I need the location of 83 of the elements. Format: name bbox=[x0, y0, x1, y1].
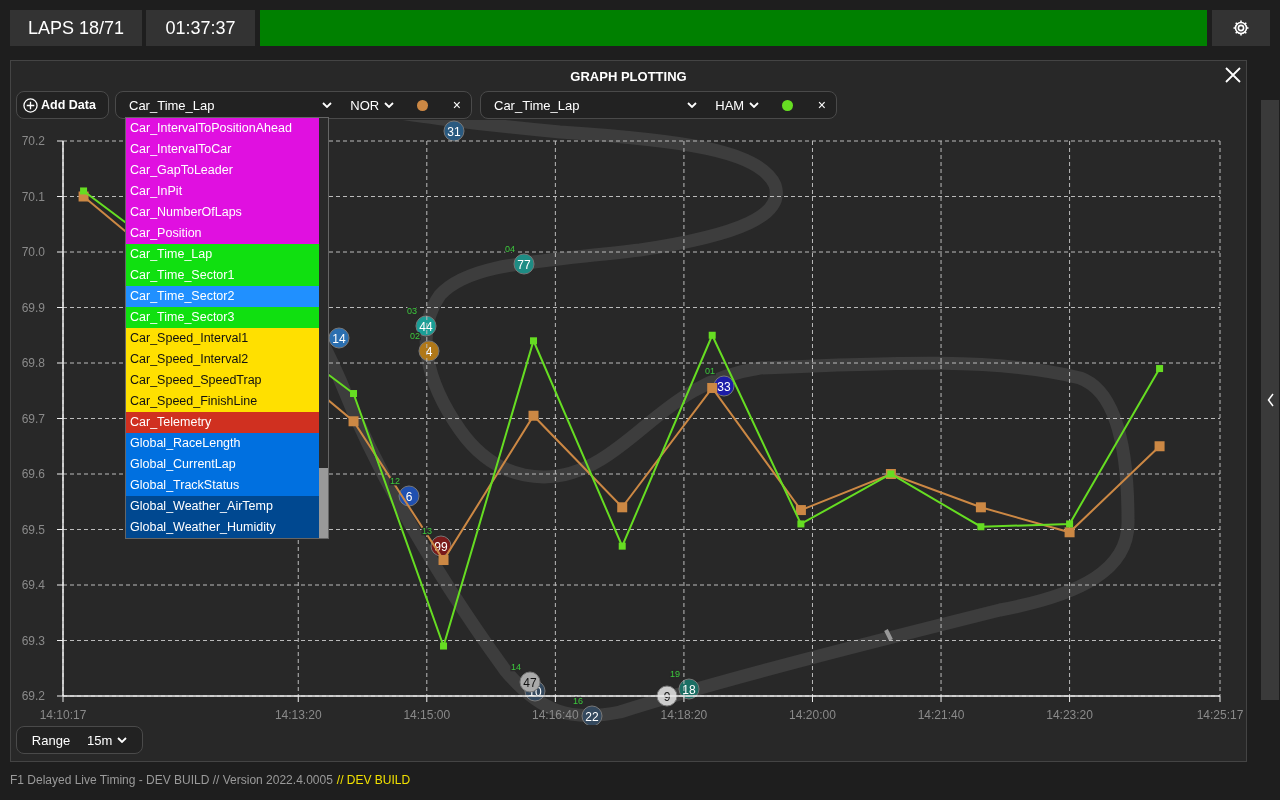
x-tick-label: 14:18:20 bbox=[660, 708, 708, 722]
dropdown-item[interactable]: Car_InPit bbox=[126, 181, 319, 202]
dropdown-item[interactable]: Car_IntervalToPositionAhead bbox=[126, 118, 319, 139]
position-label: 19 bbox=[670, 669, 680, 679]
point bbox=[440, 642, 448, 650]
car-marker[interactable]: 18 bbox=[678, 678, 700, 700]
position-label: 03 bbox=[407, 306, 417, 316]
y-tick-label: 69.8 bbox=[21, 356, 45, 370]
point bbox=[350, 390, 358, 398]
dropdown-item[interactable]: Car_IntervalToCar bbox=[126, 139, 319, 160]
dropdown-item[interactable]: Car_Speed_Interval1 bbox=[126, 328, 319, 349]
position-label: 16 bbox=[573, 696, 583, 706]
point bbox=[1154, 441, 1165, 452]
point bbox=[438, 555, 449, 566]
laps-counter: LAPS 18/71 bbox=[10, 10, 142, 46]
point bbox=[1066, 520, 1074, 528]
position-label: 01 bbox=[705, 366, 715, 376]
dropdown-item[interactable]: Car_GapToLeader bbox=[126, 160, 319, 181]
point bbox=[1156, 365, 1164, 373]
y-tick-label: 69.9 bbox=[21, 300, 45, 315]
dropdown-item[interactable]: Global_CurrentLap bbox=[126, 454, 319, 475]
point bbox=[707, 382, 718, 393]
range-select[interactable]: Range 15m bbox=[16, 726, 143, 754]
dropdown-item[interactable]: Car_NumberOfLaps bbox=[126, 202, 319, 223]
add-data-button[interactable]: Add Data bbox=[16, 91, 109, 119]
remove-button[interactable]: × bbox=[817, 97, 826, 113]
session-clock: 01:37:37 bbox=[146, 10, 255, 46]
y-tick-label: 69.5 bbox=[21, 522, 45, 537]
car-marker[interactable]: 22 bbox=[581, 705, 603, 725]
x-tick-label: 14:23:20 bbox=[1046, 708, 1093, 722]
dropdown-item[interactable]: Global_Weather_AirTemp bbox=[126, 496, 319, 517]
y-tick-label: 70.2 bbox=[21, 134, 45, 148]
metric-select[interactable]: Car_Time_Lap bbox=[494, 97, 698, 113]
car-marker[interactable]: 9 bbox=[656, 685, 678, 707]
dropdown-item[interactable]: Car_Speed_FinishLine bbox=[126, 391, 319, 412]
y-tick-label: 70.0 bbox=[21, 245, 45, 259]
point bbox=[528, 410, 539, 421]
x-tick-label: 14:20:00 bbox=[789, 708, 836, 722]
x-tick-label: 14:15:00 bbox=[403, 708, 451, 722]
car-marker[interactable]: 77 bbox=[513, 253, 535, 275]
position-label: 04 bbox=[505, 244, 515, 254]
y-tick-label: 70.1 bbox=[21, 189, 45, 204]
point bbox=[977, 523, 985, 531]
point bbox=[618, 542, 626, 550]
footer-text: F1 Delayed Live Timing - DEV BUILD // Version 2022.4.0005 bbox=[10, 773, 333, 787]
x-tick-label: 14:25:17 bbox=[1196, 708, 1244, 722]
build-tag: // DEV BUILD bbox=[336, 773, 411, 787]
driver-select[interactable]: HAM bbox=[715, 97, 760, 113]
position-label: 14 bbox=[511, 662, 521, 672]
point bbox=[975, 502, 986, 513]
x-tick-label: 14:10:17 bbox=[39, 708, 87, 722]
car-marker[interactable]: 31 bbox=[443, 120, 465, 142]
point bbox=[530, 337, 538, 345]
dropdown-item[interactable]: Car_Telemetry bbox=[126, 412, 319, 433]
point bbox=[348, 416, 359, 427]
dropdown-item[interactable]: Car_Speed_SpeedTrap bbox=[126, 370, 319, 391]
point bbox=[1064, 527, 1075, 538]
dropdown-item[interactable]: Global_Weather_Humidity bbox=[126, 517, 319, 538]
x-tick-label: 14:16:40 bbox=[532, 708, 579, 722]
dropdown-item[interactable]: Global_TrackStatus bbox=[126, 475, 319, 496]
y-tick-label: 69.4 bbox=[21, 578, 45, 592]
point bbox=[797, 520, 805, 528]
car-marker[interactable]: 99 bbox=[430, 535, 452, 557]
y-tick-label: 69.2 bbox=[21, 689, 45, 703]
car-marker[interactable]: 4 bbox=[418, 340, 440, 362]
point bbox=[795, 505, 806, 516]
y-tick-label: 69.7 bbox=[21, 411, 45, 426]
y-tick-label: 69.3 bbox=[21, 633, 45, 648]
dropdown-item[interactable]: Global_RaceLength bbox=[126, 433, 319, 454]
x-tick-label: 14:21:40 bbox=[917, 708, 965, 722]
panel-title: GRAPH PLOTTING bbox=[570, 68, 687, 84]
car-marker[interactable]: 14 bbox=[328, 327, 350, 349]
driver-select[interactable]: NOR bbox=[350, 97, 395, 113]
point bbox=[708, 331, 716, 339]
point bbox=[617, 502, 628, 513]
point bbox=[80, 187, 88, 195]
remove-button[interactable]: × bbox=[452, 97, 461, 113]
dropdown-item[interactable]: Car_Speed_Interval2 bbox=[126, 349, 319, 370]
metric-select[interactable]: Car_Time_Lap bbox=[129, 97, 333, 113]
y-tick-label: 69.6 bbox=[21, 467, 45, 481]
car-marker[interactable]: 6 bbox=[398, 485, 420, 507]
x-tick-label: 14:13:20 bbox=[274, 708, 322, 722]
dropdown-item[interactable]: Car_Position bbox=[126, 223, 319, 244]
